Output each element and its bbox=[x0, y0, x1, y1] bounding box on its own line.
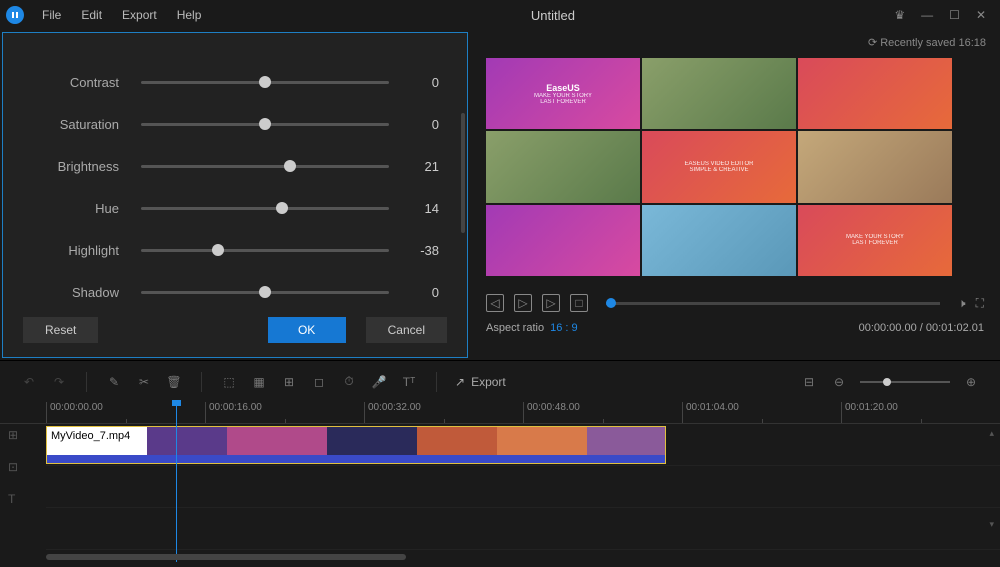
preview-tile bbox=[798, 131, 952, 202]
reset-button[interactable]: Reset bbox=[23, 317, 98, 343]
save-status: ⟳ Recently saved 16:18 bbox=[868, 36, 986, 49]
preview-tile bbox=[798, 58, 952, 129]
timeline: 00:00:00.00 00:00:16.00 00:00:32.00 00:0… bbox=[0, 402, 1000, 562]
aspect-ratio-value[interactable]: 16 : 9 bbox=[550, 322, 578, 334]
preview-tile bbox=[486, 131, 640, 202]
split-icon[interactable]: ✂ bbox=[135, 373, 153, 391]
timeline-toolbar: ↶ ↷ ✎ ✂ 🗑 ⬚ ▦ ⊞ ◻ ⏱ 🎤 Tᵀ ↗ Export ⊟ ⊖ ⊕ bbox=[0, 360, 1000, 402]
zoom-in-icon[interactable]: ⊕ bbox=[962, 373, 980, 391]
play-button[interactable]: ▷ bbox=[514, 294, 532, 312]
document-title: Untitled bbox=[211, 8, 894, 23]
duration-icon[interactable]: ⏱ bbox=[340, 373, 358, 391]
preview-tile bbox=[642, 58, 796, 129]
preview-tile: MAKE YOUR STORYLAST FOREVER bbox=[798, 205, 952, 276]
titlebar: File Edit Export Help Untitled ♛ — ☐ ✕ bbox=[0, 0, 1000, 30]
zoom-slider[interactable] bbox=[860, 381, 950, 383]
zoom-tool-icon[interactable]: ⊞ bbox=[280, 373, 298, 391]
saturation-slider[interactable] bbox=[141, 123, 389, 126]
saturation-value: 0 bbox=[389, 117, 439, 132]
main-menu: File Edit Export Help bbox=[32, 4, 211, 26]
ruler-tick: 00:01:04.00 bbox=[682, 402, 841, 423]
contrast-value: 0 bbox=[389, 75, 439, 90]
mosaic-icon[interactable]: ▦ bbox=[250, 373, 268, 391]
close-button[interactable]: ✕ bbox=[976, 8, 986, 22]
time-ruler[interactable]: 00:00:00.00 00:00:16.00 00:00:32.00 00:0… bbox=[0, 402, 1000, 424]
voiceover-icon[interactable]: 🎤 bbox=[370, 373, 388, 391]
preview-pane: ⟳ Recently saved 16:18 EaseUSMAKE YOUR S… bbox=[470, 30, 1000, 360]
hue-value: 14 bbox=[389, 201, 439, 216]
prev-frame-button[interactable]: ◁ bbox=[486, 294, 504, 312]
preview-tile bbox=[642, 205, 796, 276]
highlight-slider[interactable] bbox=[141, 249, 389, 252]
ruler-tick: 00:00:32.00 bbox=[364, 402, 523, 423]
stop-button[interactable]: □ bbox=[570, 294, 588, 312]
ok-button[interactable]: OK bbox=[268, 317, 346, 343]
brightness-value: 21 bbox=[389, 159, 439, 174]
edit-icon[interactable]: ✎ bbox=[105, 373, 123, 391]
undo-icon[interactable]: ↶ bbox=[20, 373, 38, 391]
tracks-down-icon[interactable]: ▾ bbox=[989, 519, 994, 530]
preview-tile: EaseUSMAKE YOUR STORYLAST FOREVER bbox=[486, 58, 640, 129]
contrast-label: Contrast bbox=[31, 75, 141, 90]
video-track[interactable]: MyVideo_7.mp4 bbox=[46, 424, 1000, 466]
playback-slider[interactable] bbox=[606, 302, 940, 305]
highlight-label: Highlight bbox=[31, 243, 141, 258]
preview-tile bbox=[486, 205, 640, 276]
aspect-ratio-label: Aspect ratio bbox=[486, 322, 544, 334]
freeze-icon[interactable]: ◻ bbox=[310, 373, 328, 391]
timeline-scrollbar[interactable] bbox=[46, 554, 406, 560]
text-track[interactable] bbox=[46, 508, 1000, 550]
panel-scrollbar[interactable] bbox=[461, 113, 465, 233]
ruler-tick: 00:00:48.00 bbox=[523, 402, 682, 423]
saturation-label: Saturation bbox=[31, 117, 141, 132]
brightness-label: Brightness bbox=[31, 159, 141, 174]
menu-export[interactable]: Export bbox=[112, 4, 167, 26]
ruler-tick: 00:01:20.00 bbox=[841, 402, 1000, 423]
text-speech-icon[interactable]: Tᵀ bbox=[400, 373, 418, 391]
preview-canvas: EaseUSMAKE YOUR STORYLAST FOREVER EASEUS… bbox=[486, 58, 952, 276]
menu-edit[interactable]: Edit bbox=[71, 4, 112, 26]
preview-tile: EASEUS VIDEO EDITORSIMPLE & CREATIVE bbox=[642, 131, 796, 202]
app-logo bbox=[6, 6, 24, 24]
cancel-button[interactable]: Cancel bbox=[366, 317, 447, 343]
clip-name: MyVideo_7.mp4 bbox=[51, 430, 130, 442]
maximize-button[interactable]: ☐ bbox=[949, 8, 960, 22]
redo-icon[interactable]: ↷ bbox=[50, 373, 68, 391]
text-track-icon[interactable]: T bbox=[8, 492, 18, 506]
crop-icon[interactable]: ⬚ bbox=[220, 373, 238, 391]
brightness-slider[interactable] bbox=[141, 165, 389, 168]
video-track-icon[interactable]: ⊞ bbox=[8, 428, 18, 442]
ruler-tick: 00:00:00.00 bbox=[46, 402, 205, 423]
hue-label: Hue bbox=[31, 201, 141, 216]
fullscreen-icon[interactable]: ⛶ bbox=[976, 296, 984, 311]
menu-help[interactable]: Help bbox=[167, 4, 212, 26]
playhead[interactable] bbox=[176, 402, 177, 562]
menu-file[interactable]: File bbox=[32, 4, 71, 26]
shadow-value: 0 bbox=[389, 285, 439, 300]
timecode: 00:00:00.00 / 00:01:02.01 bbox=[859, 322, 984, 334]
ruler-tick: 00:00:16.00 bbox=[205, 402, 364, 423]
pip-track[interactable] bbox=[46, 466, 1000, 508]
color-adjust-panel: Contrast 0 Saturation 0 Brightness 21 Hue 14… bbox=[2, 32, 468, 358]
delete-icon[interactable]: 🗑 bbox=[165, 373, 183, 391]
tracks-up-icon[interactable]: ▴ bbox=[989, 428, 994, 439]
next-frame-button[interactable]: ▷ bbox=[542, 294, 560, 312]
minimize-button[interactable]: — bbox=[921, 8, 933, 22]
pip-track-icon[interactable]: ⊡ bbox=[8, 460, 18, 474]
hue-slider[interactable] bbox=[141, 207, 389, 210]
shadow-slider[interactable] bbox=[141, 291, 389, 294]
vip-icon[interactable]: ♛ bbox=[894, 8, 905, 22]
volume-icon[interactable]: 🕨 bbox=[958, 296, 966, 311]
shadow-label: Shadow bbox=[31, 285, 141, 300]
zoom-fit-icon[interactable]: ⊟ bbox=[800, 373, 818, 391]
zoom-out-icon[interactable]: ⊖ bbox=[830, 373, 848, 391]
contrast-slider[interactable] bbox=[141, 81, 389, 84]
export-button[interactable]: ↗ Export bbox=[455, 375, 506, 389]
video-clip[interactable]: MyVideo_7.mp4 bbox=[46, 426, 666, 464]
highlight-value: -38 bbox=[389, 243, 439, 258]
